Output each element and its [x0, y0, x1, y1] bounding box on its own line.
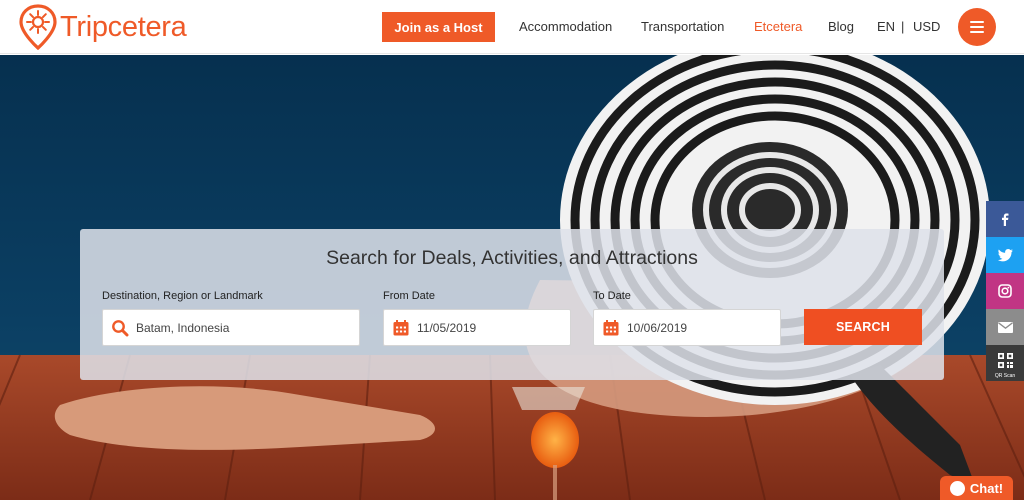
nav-etcetera[interactable]: Etcetera — [754, 19, 802, 35]
twitter-icon — [997, 248, 1013, 261]
instagram-icon — [998, 284, 1012, 298]
qr-scan-link[interactable]: QR Scan — [986, 345, 1024, 381]
site-header: Tripcetera Join as a Host Accommodation … — [0, 0, 1024, 54]
facebook-icon — [1002, 213, 1009, 226]
search-button[interactable]: SEARCH — [804, 309, 922, 345]
chat-bubble-icon — [949, 480, 965, 496]
brand-name: Tripcetera — [60, 10, 187, 43]
destination-value: Batam, Indonesia — [136, 320, 230, 335]
destination-field[interactable]: Batam, Indonesia — [102, 309, 360, 346]
qr-code-icon — [997, 352, 1013, 368]
menu-button[interactable] — [958, 8, 996, 46]
twitter-link[interactable] — [986, 237, 1024, 273]
hamburger-icon — [970, 21, 984, 33]
email-icon — [997, 321, 1013, 333]
search-icon — [112, 319, 129, 336]
social-sidebar: QR Scan — [986, 201, 1024, 381]
calendar-icon — [603, 319, 619, 335]
chat-label: Chat! — [969, 480, 1004, 496]
nav-blog[interactable]: Blog — [828, 19, 854, 35]
logo-pin-icon — [19, 4, 57, 50]
chat-button[interactable]: Chat! — [940, 476, 1013, 500]
search-panel: Search for Deals, Activities, and Attrac… — [80, 229, 944, 380]
from-date-field[interactable]: 11/05/2019 — [383, 309, 571, 346]
to-date-label: To Date — [593, 290, 631, 302]
nav-accommodation[interactable]: Accommodation — [519, 19, 612, 35]
join-as-host-button[interactable]: Join as a Host — [382, 12, 495, 42]
email-link[interactable] — [986, 309, 1024, 345]
search-title: Search for Deals, Activities, and Attrac… — [326, 247, 698, 269]
language-selector[interactable]: EN — [877, 19, 895, 35]
calendar-icon — [393, 319, 409, 335]
to-date-field[interactable]: 10/06/2019 — [593, 309, 781, 346]
instagram-link[interactable] — [986, 273, 1024, 309]
qr-scan-label: QR Scan — [994, 373, 1016, 379]
destination-label: Destination, Region or Landmark — [102, 290, 263, 302]
nav-separator: | — [901, 19, 905, 34]
facebook-link[interactable] — [986, 201, 1024, 237]
to-date-value: 10/06/2019 — [627, 320, 688, 335]
nav-transportation[interactable]: Transportation — [641, 19, 724, 35]
brand-logo[interactable]: Tripcetera — [18, 4, 187, 50]
from-date-value: 11/05/2019 — [417, 320, 477, 335]
currency-selector[interactable]: USD — [913, 19, 940, 35]
from-date-label: From Date — [383, 290, 435, 302]
